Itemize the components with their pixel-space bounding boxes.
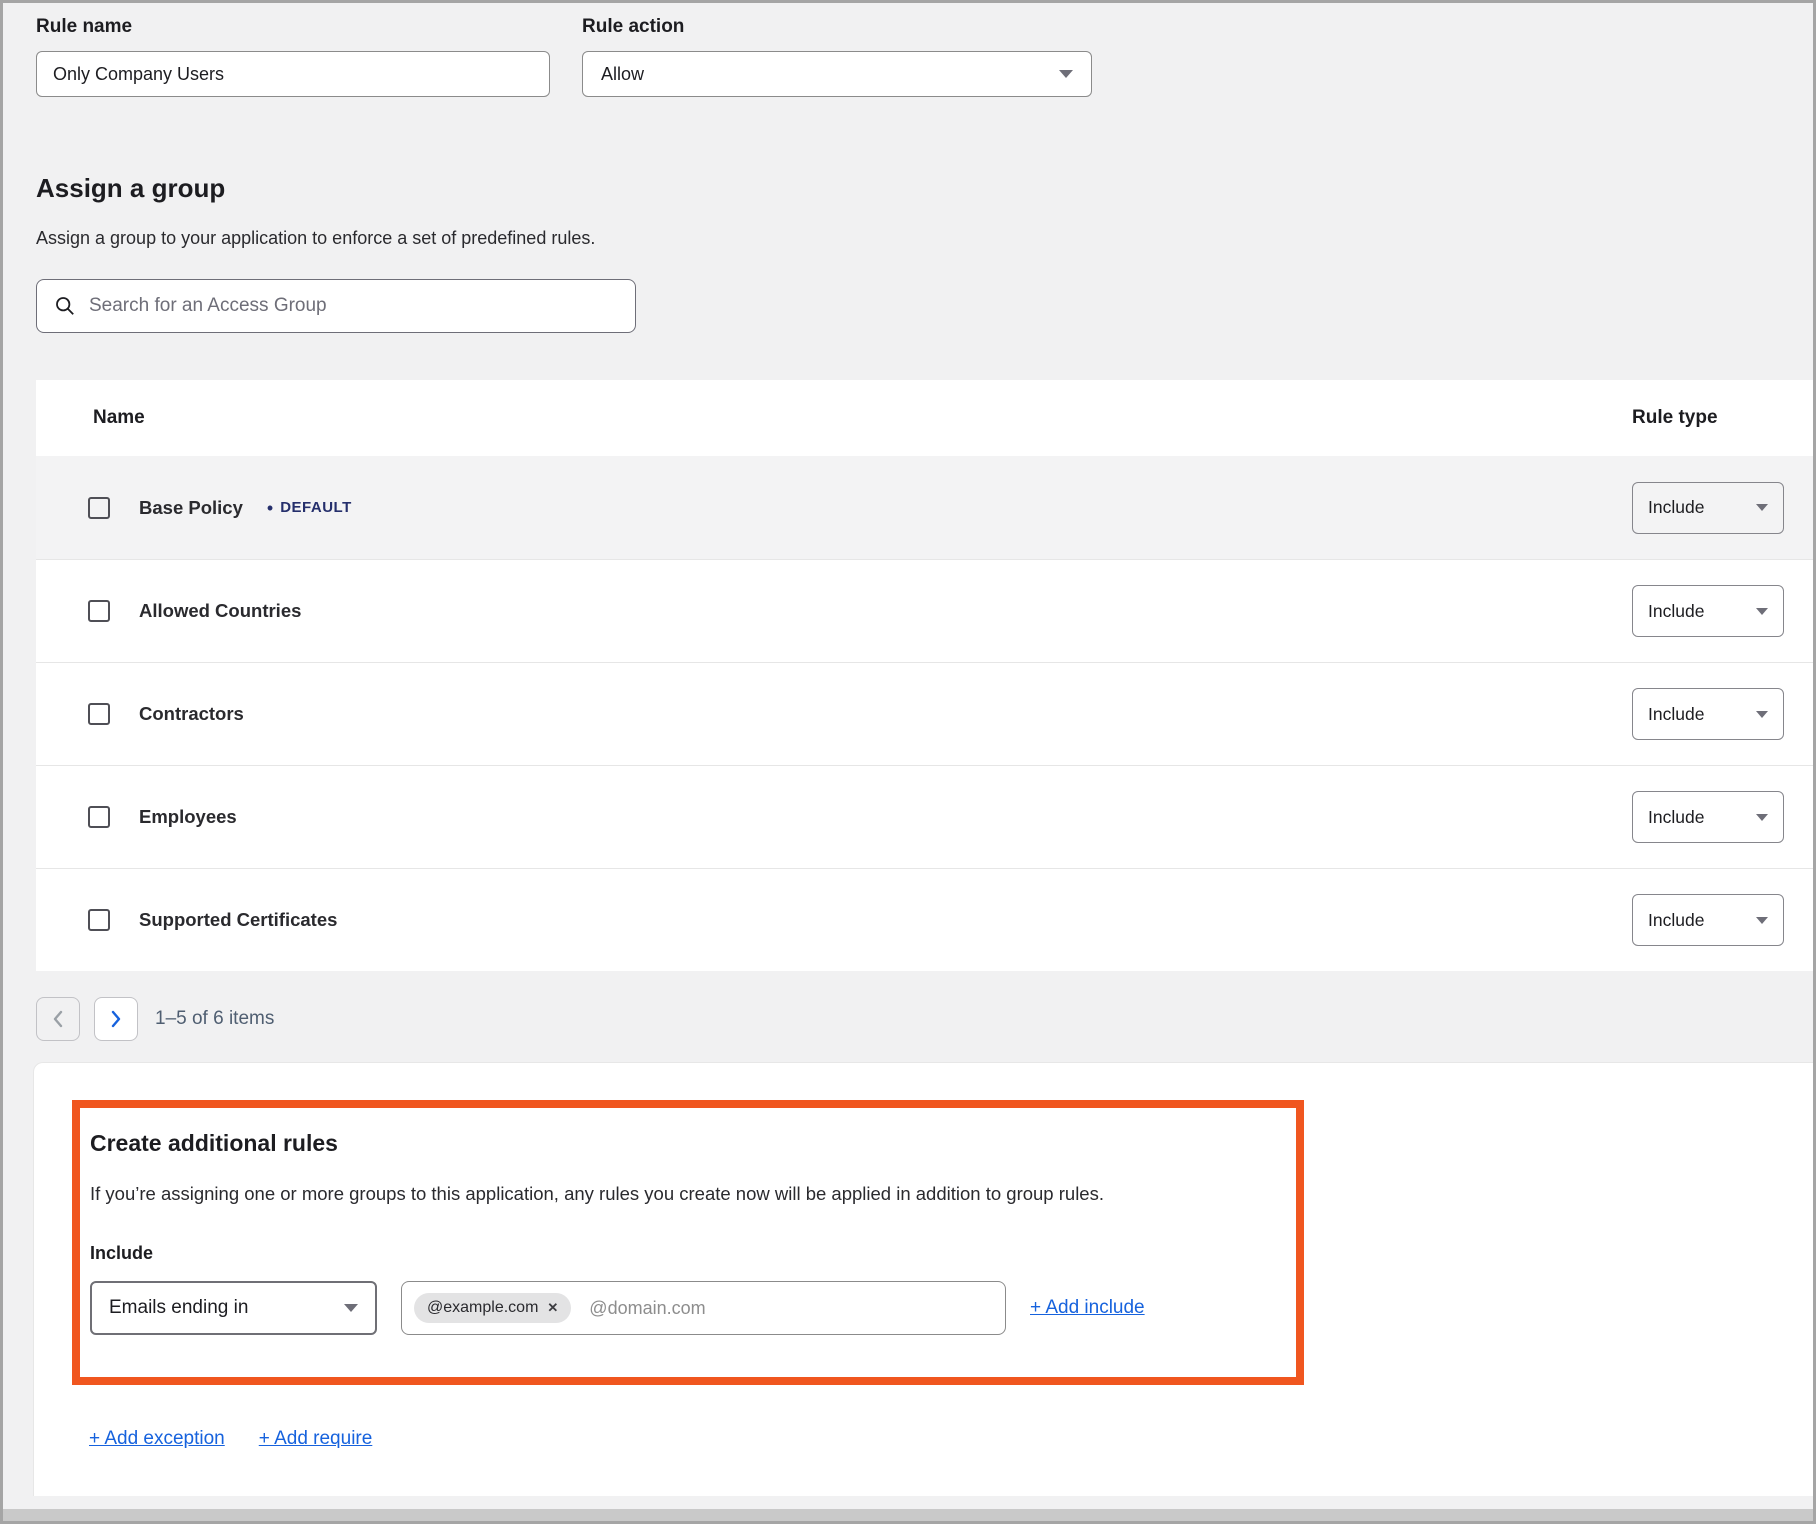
chevron-down-icon	[1756, 917, 1768, 924]
rule-action-label: Rule action	[582, 16, 1092, 38]
email-domain-chip: @example.com ✕	[414, 1293, 571, 1323]
table-row: Allowed Countries Include	[36, 559, 1813, 662]
rule-type-select[interactable]: Include	[1632, 791, 1784, 843]
rule-name-field-group: Rule name	[36, 16, 550, 97]
rule-type-value: Include	[1648, 704, 1704, 725]
row-checkbox[interactable]	[88, 703, 110, 725]
default-badge: • DEFAULT	[267, 499, 352, 517]
include-condition-value: Emails ending in	[109, 1297, 248, 1319]
create-additional-rules-highlight: Create additional rules If you’re assign…	[72, 1100, 1304, 1385]
include-label: Include	[90, 1243, 1276, 1264]
close-icon[interactable]: ✕	[547, 1300, 558, 1316]
default-badge-dot: •	[267, 499, 273, 517]
rule-type-select[interactable]: Include	[1632, 894, 1784, 946]
email-domains-input[interactable]: @example.com ✕	[401, 1281, 1006, 1335]
table-row: Contractors Include	[36, 662, 1813, 765]
additional-rules-panel: Create additional rules If you’re assign…	[33, 1062, 1816, 1496]
pagination-label: 1–5 of 6 items	[155, 1008, 274, 1030]
rule-type-value: Include	[1648, 497, 1704, 518]
chevron-down-icon	[1756, 608, 1768, 615]
chevron-left-icon	[52, 1010, 64, 1028]
column-header-rule-type: Rule type	[1632, 407, 1784, 429]
create-additional-rules-title: Create additional rules	[90, 1130, 1276, 1157]
add-include-link[interactable]: + Add include	[1030, 1297, 1145, 1319]
rule-action-select[interactable]: Allow	[582, 51, 1092, 97]
chevron-down-icon	[1756, 711, 1768, 718]
add-exception-link[interactable]: + Add exception	[89, 1428, 225, 1450]
domain-text-input[interactable]	[589, 1298, 993, 1319]
rule-type-select[interactable]: Include	[1632, 688, 1784, 740]
page: Rule name Rule action Allow Assign a gro…	[0, 0, 1816, 1524]
chevron-right-icon	[110, 1010, 122, 1028]
rule-type-select[interactable]: Include	[1632, 482, 1784, 534]
group-name: Employees	[139, 806, 237, 828]
rule-form: Rule name Rule action Allow	[36, 16, 1813, 97]
table-header: Name Rule type	[36, 380, 1813, 456]
group-name: Contractors	[139, 703, 244, 725]
table-row: Base Policy • DEFAULT Include	[36, 456, 1813, 559]
rule-type-value: Include	[1648, 807, 1704, 828]
groups-table: Name Rule type Base Policy • DEFAULT Inc…	[36, 380, 1813, 971]
rule-type-select[interactable]: Include	[1632, 585, 1784, 637]
chip-label: @example.com	[427, 1299, 538, 1317]
rule-type-value: Include	[1648, 601, 1704, 622]
search-icon	[55, 296, 75, 316]
assign-group-title: Assign a group	[36, 173, 1813, 204]
rule-links-row: + Add exception + Add require	[89, 1428, 1816, 1450]
rule-action-field-group: Rule action Allow	[582, 16, 1092, 97]
row-checkbox[interactable]	[88, 497, 110, 519]
rule-type-value: Include	[1648, 910, 1704, 931]
assign-group-description: Assign a group to your application to en…	[36, 228, 1813, 249]
previous-page-button[interactable]	[36, 997, 80, 1041]
group-name: Base Policy	[139, 497, 243, 519]
create-additional-rules-description: If you’re assigning one or more groups t…	[90, 1183, 1276, 1205]
group-name: Supported Certificates	[139, 909, 337, 931]
chevron-down-icon	[1756, 814, 1768, 821]
table-row: Employees Include	[36, 765, 1813, 868]
chevron-down-icon	[1756, 504, 1768, 511]
table-row: Supported Certificates Include	[36, 868, 1813, 971]
include-condition-select[interactable]: Emails ending in	[90, 1281, 377, 1335]
column-header-name: Name	[93, 407, 1632, 429]
next-page-button[interactable]	[94, 997, 138, 1041]
rule-name-label: Rule name	[36, 16, 550, 38]
chevron-down-icon	[344, 1304, 358, 1312]
pagination: 1–5 of 6 items	[36, 997, 1813, 1041]
row-checkbox[interactable]	[88, 806, 110, 828]
chevron-down-icon	[1059, 70, 1073, 78]
include-rule-row: Emails ending in @example.com ✕ + Add in…	[90, 1281, 1276, 1335]
group-name: Allowed Countries	[139, 600, 301, 622]
add-require-link[interactable]: + Add require	[259, 1428, 373, 1450]
access-group-search[interactable]	[36, 279, 636, 333]
row-checkbox[interactable]	[88, 909, 110, 931]
row-checkbox[interactable]	[88, 600, 110, 622]
default-badge-label: DEFAULT	[280, 499, 352, 516]
rule-name-input[interactable]	[36, 51, 550, 97]
search-input[interactable]	[89, 295, 617, 317]
window-bottom-edge	[3, 1509, 1813, 1521]
rule-action-value: Allow	[601, 64, 644, 85]
